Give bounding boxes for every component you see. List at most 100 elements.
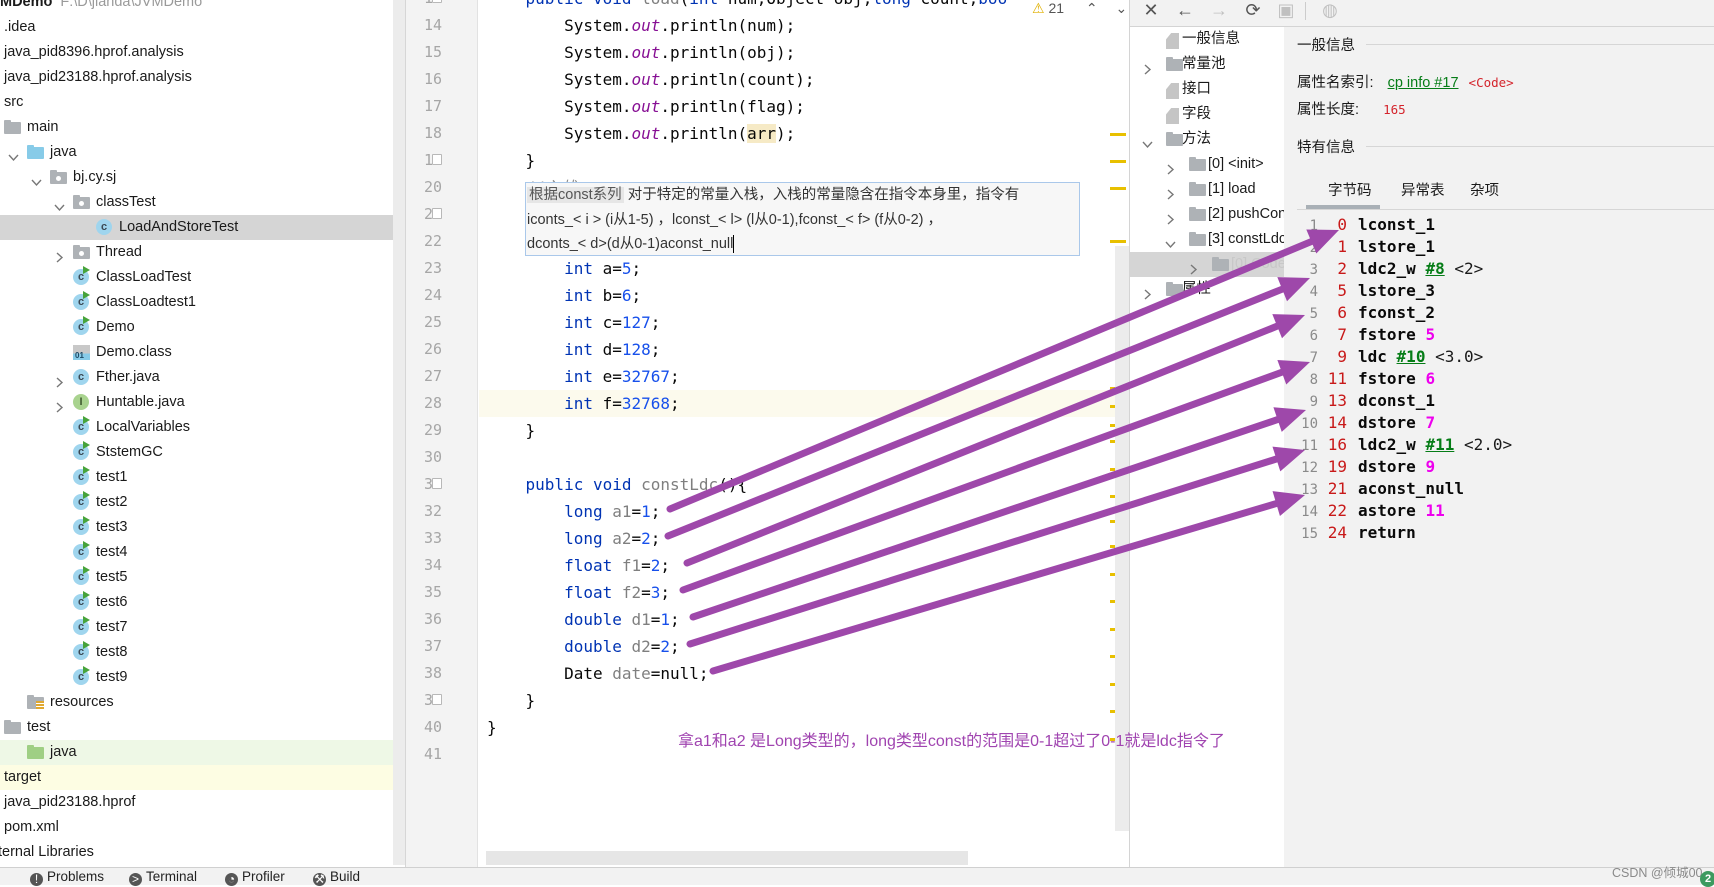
code-line[interactable]: public void constLdc(){ [487,471,748,498]
bytecode-instruction[interactable]: 10 14 dstore 7 [1284,412,1435,434]
constant-pool-link[interactable]: #8 [1425,259,1444,278]
bytecode-instruction[interactable]: 6 7 fstore 5 [1284,324,1436,346]
project-tree-item[interactable]: java [0,140,393,165]
bytecode-instruction[interactable]: 4 5 lstore_3 [1284,280,1436,302]
project-tree-item[interactable]: c test8 [0,640,393,665]
project-tree-item[interactable]: c ClassLoadtest1 [0,290,393,315]
bytecode-instruction[interactable]: 13 21 aconst_null [1284,478,1464,500]
previous-highlight-button[interactable]: ⌃ [1086,0,1098,16]
code-line[interactable]: int f=32768; [487,390,680,417]
project-tree-item[interactable]: java [0,740,405,765]
project-tree-item[interactable]: target [0,765,405,790]
fold-marker-icon[interactable] [432,154,442,165]
project-tree-item[interactable]: Thread [0,240,393,265]
chevron-right-icon[interactable] [1142,59,1153,75]
tab-bytecode[interactable]: 字节码 [1328,179,1372,200]
project-tree-item[interactable]: I Huntable.java [0,390,393,415]
project-tree-item[interactable]: c test3 [0,515,393,540]
project-tree-item[interactable]: c test6 [0,590,393,615]
class-tree-item[interactable]: [0] <init> [1130,152,1284,177]
project-tree-item[interactable]: java_pid23188.hprof.analysis [0,65,393,90]
class-tree-item[interactable]: [3] constLdc [1130,227,1284,252]
project-tree-item[interactable]: c Fther.java [0,365,393,390]
project-tree-item[interactable]: resources [0,690,393,715]
project-tree-item[interactable]: ternal Libraries [0,840,393,865]
code-line[interactable]: int a=5; [487,255,641,282]
tab-exception-table[interactable]: 异常表 [1401,179,1445,200]
project-tree-scrollbar[interactable] [393,0,405,865]
constant-pool-link[interactable]: #11 [1425,435,1454,454]
code-line[interactable]: } [487,147,536,174]
tool-window-build[interactable]: ⚒ Build [313,868,360,886]
close-icon[interactable]: ✕ [1139,0,1163,22]
project-tree-item[interactable]: test [0,715,393,740]
warning-stripe-marker[interactable] [1110,240,1126,243]
code-line[interactable]: double d2=2; [487,633,680,660]
bytecode-instruction[interactable]: 3 2 ldc2_w #8 <2> [1284,258,1484,280]
chevron-down-icon[interactable] [8,147,19,162]
code-line[interactable]: int e=32767; [487,363,680,390]
chevron-right-icon[interactable] [54,247,65,263]
bytecode-instruction[interactable]: 5 6 fconst_2 [1284,302,1436,324]
chevron-down-icon[interactable] [1165,234,1176,249]
editor-horizontal-scrollbar[interactable] [486,851,968,865]
forward-icon[interactable]: → [1207,0,1231,22]
project-tree-item[interactable]: c test4 [0,540,393,565]
fold-marker-icon[interactable] [432,0,442,3]
bytecode-instruction[interactable]: 8 11 fstore 6 [1284,368,1436,390]
tool-window-problems[interactable]: ! Problems [30,868,104,886]
project-tree-item[interactable]: java_pid8396.hprof.analysis [0,40,393,65]
chevron-right-icon[interactable] [1165,184,1176,200]
project-tree-item[interactable]: c Demo [0,315,393,340]
code-line[interactable]: public void load(int num,Object obj,long… [487,0,1008,12]
constant-pool-link[interactable]: #10 [1397,347,1426,366]
bytecode-instruction[interactable]: 12 19 dstore 9 [1284,456,1435,478]
chevron-right-icon[interactable] [1188,259,1199,275]
code-line[interactable]: float f1=2; [487,552,670,579]
chevron-down-icon[interactable] [54,197,65,212]
class-tree-item[interactable]: 属性 [1130,277,1284,302]
chevron-right-icon[interactable] [1165,159,1176,175]
bytecode-instruction[interactable]: 11 16 ldc2_w #11 <2.0> [1284,434,1512,456]
code-line[interactable]: System.out.println(count); [487,66,814,93]
code-line[interactable]: float f2=3; [487,579,670,606]
bytecode-instruction[interactable]: 9 13 dconst_1 [1284,390,1436,412]
chevron-right-icon[interactable] [54,372,65,388]
code-line[interactable]: int d=128; [487,336,660,363]
project-tree-item[interactable]: src [0,90,393,115]
code-line[interactable]: int b=6; [487,282,641,309]
project-tree-item[interactable]: c ClassLoadTest [0,265,393,290]
bytecode-instruction[interactable]: 15 24 return [1284,522,1416,544]
bytecode-instruction[interactable]: 14 22 astore 11 [1284,500,1445,522]
class-tree-item[interactable]: 接口 [1130,77,1284,102]
project-tree-item[interactable]: c test2 [0,490,393,515]
tool-window-profiler[interactable]: ◔ Profiler [225,868,285,886]
class-tree-item[interactable]: 字段 [1130,102,1284,127]
code-line[interactable]: int c=127; [487,309,660,336]
project-tree-item[interactable]: bj.cy.sj [0,165,393,190]
project-tree-item[interactable]: java_pid23188.hprof [0,790,393,815]
project-tree-item[interactable]: c test5 [0,565,393,590]
class-tree-item[interactable]: 一般信息 [1130,27,1284,52]
inspection-widget[interactable]: ⚠ 21 ⌃ ⌄ [1032,0,1127,16]
fold-marker-icon[interactable] [432,478,442,489]
back-icon[interactable]: ← [1173,0,1197,22]
project-tree-item[interactable]: main [0,115,393,140]
code-line[interactable]: long a2=2; [487,525,660,552]
project-tree-item[interactable]: pom.xml [0,815,393,840]
project-tree-item[interactable]: c LoadAndStoreTest [0,215,393,240]
code-line[interactable]: double d1=1; [487,606,680,633]
project-tree-item[interactable]: c test9 [0,665,393,690]
bytecode-instruction[interactable]: 2 1 lstore_1 [1284,236,1436,258]
project-tree-item[interactable]: .idea [0,15,393,40]
project-tree-item[interactable]: 01 Demo.class [0,340,393,365]
warning-stripe-marker[interactable] [1110,187,1126,190]
bytecode-instruction[interactable]: 7 9 ldc #10 <3.0> [1284,346,1484,368]
class-tree-item[interactable]: [1] load [1130,177,1284,202]
warning-stripe-marker[interactable] [1110,160,1126,163]
project-tree-item[interactable]: c LocalVariables [0,415,393,440]
name-index-link[interactable]: cp info #17 [1388,75,1459,91]
refresh-icon[interactable]: ⟳ [1241,0,1265,22]
bytecode-instruction[interactable]: 1 0 lconst_1 [1284,214,1436,236]
project-root-row[interactable]: MDemo F:\D\jianda\JVMDemo [0,0,393,15]
